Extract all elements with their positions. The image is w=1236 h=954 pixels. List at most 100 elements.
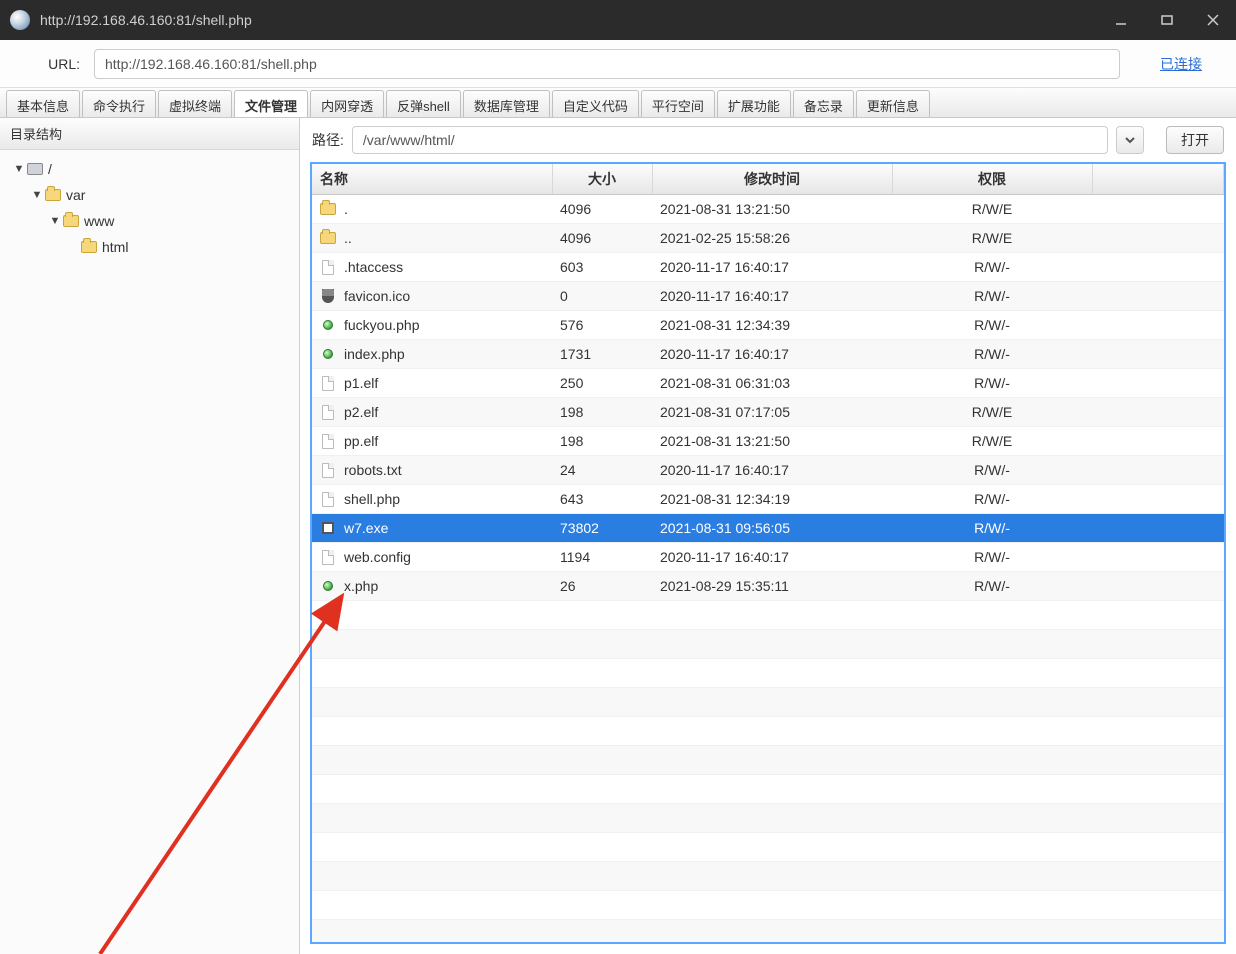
file-perm: R/W/- [892, 253, 1092, 282]
url-label: URL: [14, 56, 94, 72]
col-header-perm[interactable]: 权限 [892, 164, 1092, 195]
table-row[interactable]: fuckyou.php5762021-08-31 12:34:39R/W/- [312, 311, 1224, 340]
tree-node[interactable]: html [4, 234, 295, 260]
tab-5[interactable]: 反弹shell [386, 90, 461, 117]
window-minimize-button[interactable] [1098, 0, 1144, 40]
folder-icon [62, 213, 80, 229]
table-row-blank [312, 920, 1224, 945]
php-file-icon [320, 317, 336, 333]
file-icon [320, 259, 336, 275]
tab-9[interactable]: 扩展功能 [717, 90, 791, 117]
file-icon [320, 375, 336, 391]
tree-toggle-icon[interactable]: ▼ [12, 163, 26, 175]
file-perm: R/W/- [892, 514, 1092, 543]
tree-node-label: / [48, 161, 52, 177]
table-row[interactable]: index.php17312020-11-17 16:40:17R/W/- [312, 340, 1224, 369]
window-close-button[interactable] [1190, 0, 1236, 40]
table-row[interactable]: robots.txt242020-11-17 16:40:17R/W/- [312, 456, 1224, 485]
file-icon [320, 433, 336, 449]
file-size: 198 [552, 398, 652, 427]
tab-11[interactable]: 更新信息 [856, 90, 930, 117]
path-input[interactable] [352, 126, 1108, 154]
file-mtime: 2021-08-31 07:17:05 [652, 398, 892, 427]
file-name: robots.txt [344, 462, 402, 478]
file-size: 1731 [552, 340, 652, 369]
file-table: 名称 大小 修改时间 权限 .40962021-08-31 13:21:50R/… [312, 164, 1224, 944]
col-header-size[interactable]: 大小 [552, 164, 652, 195]
table-row[interactable]: web.config11942020-11-17 16:40:17R/W/- [312, 543, 1224, 572]
file-mtime: 2021-08-31 09:56:05 [652, 514, 892, 543]
tree-toggle-icon[interactable]: ▼ [30, 189, 44, 201]
table-row[interactable]: .htaccess6032020-11-17 16:40:17R/W/- [312, 253, 1224, 282]
directory-tree-title: 目录结构 [0, 118, 299, 150]
table-row-blank [312, 659, 1224, 688]
tab-7[interactable]: 自定义代码 [552, 90, 639, 117]
col-header-name[interactable]: 名称 [312, 164, 552, 195]
file-perm: R/W/E [892, 398, 1092, 427]
path-label: 路径: [312, 130, 344, 150]
file-mtime: 2020-11-17 16:40:17 [652, 340, 892, 369]
tab-6[interactable]: 数据库管理 [463, 90, 550, 117]
table-row-blank [312, 891, 1224, 920]
window-titlebar: http://192.168.46.160:81/shell.php [0, 0, 1236, 40]
table-row[interactable]: .40962021-08-31 13:21:50R/W/E [312, 195, 1224, 224]
table-row[interactable]: w7.exe 738022021-08-31 09:56:05R/W/- [312, 514, 1224, 543]
table-row-blank [312, 717, 1224, 746]
file-size: 198 [552, 427, 652, 456]
table-row[interactable]: pp.elf1982021-08-31 13:21:50R/W/E [312, 427, 1224, 456]
tab-1[interactable]: 命令执行 [82, 90, 156, 117]
open-button[interactable]: 打开 [1166, 126, 1224, 154]
file-name: favicon.ico [344, 288, 410, 304]
folder-icon [80, 239, 98, 255]
col-header-time[interactable]: 修改时间 [652, 164, 892, 195]
table-row[interactable]: favicon.ico02020-11-17 16:40:17R/W/- [312, 282, 1224, 311]
table-row[interactable]: ..40962021-02-25 15:58:26R/W/E [312, 224, 1224, 253]
tree-toggle-icon[interactable]: ▼ [48, 215, 62, 227]
connection-status-link[interactable]: 已连接 [1160, 54, 1202, 74]
folder-icon [320, 230, 336, 246]
tab-8[interactable]: 平行空间 [641, 90, 715, 117]
table-row[interactable]: shell.php6432021-08-31 12:34:19R/W/- [312, 485, 1224, 514]
tree-node[interactable]: ▼www [4, 208, 295, 234]
file-mtime: 2021-08-29 15:35:11 [652, 572, 892, 601]
shield-icon [320, 288, 336, 304]
file-perm: R/W/- [892, 340, 1092, 369]
tab-0[interactable]: 基本信息 [6, 90, 80, 117]
file-perm: R/W/- [892, 369, 1092, 398]
table-row-blank [312, 601, 1224, 630]
table-row[interactable]: p1.elf2502021-08-31 06:31:03R/W/- [312, 369, 1224, 398]
file-name: .. [344, 230, 352, 246]
url-bar: URL: 已连接 [0, 40, 1236, 88]
table-row-blank [312, 746, 1224, 775]
php-file-icon [320, 578, 336, 594]
tree-node[interactable]: ▼var [4, 182, 295, 208]
file-mtime: 2021-02-25 15:58:26 [652, 224, 892, 253]
table-row[interactable]: x.php262021-08-29 15:35:11R/W/- [312, 572, 1224, 601]
file-mtime: 2021-08-31 13:21:50 [652, 195, 892, 224]
tab-10[interactable]: 备忘录 [793, 90, 854, 117]
tab-2[interactable]: 虚拟终端 [158, 90, 232, 117]
file-perm: R/W/- [892, 456, 1092, 485]
window-title: http://192.168.46.160:81/shell.php [40, 12, 1098, 28]
file-name: w7.exe [344, 520, 388, 536]
file-name: p2.elf [344, 404, 378, 420]
file-perm: R/W/E [892, 427, 1092, 456]
file-perm: R/W/E [892, 195, 1092, 224]
file-perm: R/W/- [892, 311, 1092, 340]
file-mtime: 2020-11-17 16:40:17 [652, 282, 892, 311]
window-maximize-button[interactable] [1144, 0, 1190, 40]
table-row[interactable]: p2.elf 1982021-08-31 07:17:05R/W/E [312, 398, 1224, 427]
tree-node[interactable]: ▼/ [4, 156, 295, 182]
tab-4[interactable]: 内网穿透 [310, 90, 384, 117]
url-input[interactable] [94, 49, 1120, 79]
file-icon [320, 491, 336, 507]
file-size: 73802 [552, 514, 652, 543]
file-size: 576 [552, 311, 652, 340]
file-name: . [344, 201, 348, 217]
file-size: 4096 [552, 224, 652, 253]
table-row-blank [312, 630, 1224, 659]
file-size: 1194 [552, 543, 652, 572]
file-icon [320, 549, 336, 565]
tab-3[interactable]: 文件管理 [234, 90, 308, 117]
path-dropdown-button[interactable] [1116, 126, 1144, 154]
